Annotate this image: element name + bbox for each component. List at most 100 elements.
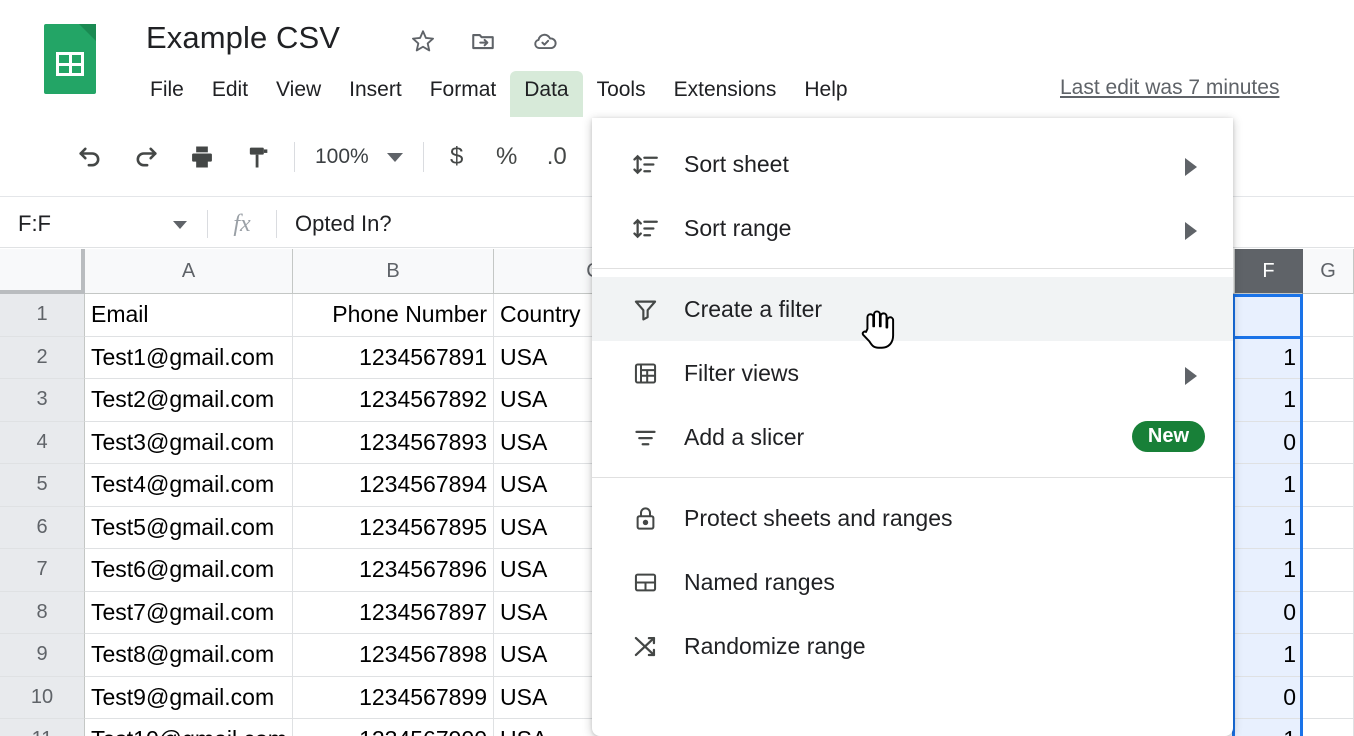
cell-B7[interactable]: 1234567896 [293,549,494,592]
menu-format[interactable]: Format [416,71,511,109]
menu-item-add-a-slicer[interactable]: Add a slicer New [592,405,1233,469]
cell-A3[interactable]: Test2@gmail.com [85,379,293,422]
cell-A10[interactable]: Test9@gmail.com [85,676,293,719]
menu-item-randomize-range[interactable]: Randomize range [592,614,1233,678]
cell-G8[interactable] [1303,591,1354,634]
cell-F2[interactable]: 1 [1235,336,1303,379]
last-edit-status[interactable]: Last edit was 7 minutes [1060,76,1279,100]
undo-button[interactable] [62,129,118,185]
cell-B1[interactable]: Phone Number [293,294,494,337]
column-header-f[interactable]: F [1235,249,1303,294]
cell-A2[interactable]: Test1@gmail.com [85,336,293,379]
row-header-2[interactable]: 2 [0,336,85,379]
row-header-11[interactable]: 11 [0,719,85,736]
menu-insert[interactable]: Insert [335,71,416,109]
formula-input[interactable]: Opted In? [277,211,392,237]
row-header-10[interactable]: 10 [0,676,85,719]
cell-G9[interactable] [1303,634,1354,677]
paint-format-button[interactable] [230,129,286,185]
cell-G6[interactable] [1303,506,1354,549]
row-header-6[interactable]: 6 [0,506,85,549]
filter-icon [632,296,684,323]
menu-data[interactable]: Data [510,70,583,118]
redo-button[interactable] [118,129,174,185]
sheets-logo-icon [44,24,102,94]
row-header-1[interactable]: 1 [0,294,85,337]
cell-F9[interactable]: 1 [1235,634,1303,677]
column-header-b[interactable]: B [293,249,494,294]
column-header-g[interactable]: G [1303,249,1354,294]
cell-G4[interactable] [1303,421,1354,464]
menu-tools[interactable]: Tools [583,71,660,109]
row-header-3[interactable]: 3 [0,379,85,422]
cell-F11[interactable]: 1 [1235,719,1303,736]
active-cell-f1[interactable] [1232,294,1303,339]
row-header-4[interactable]: 4 [0,421,85,464]
cell-A4[interactable]: Test3@gmail.com [85,421,293,464]
menu-file[interactable]: File [136,71,198,109]
cell-G2[interactable] [1303,336,1354,379]
cell-G11[interactable] [1303,719,1354,736]
row-header-5[interactable]: 5 [0,464,85,507]
cell-A5[interactable]: Test4@gmail.com [85,464,293,507]
select-all-corner[interactable] [0,249,85,294]
percent-format-button[interactable]: % [482,143,532,171]
row-header-8[interactable]: 8 [0,591,85,634]
cell-B4[interactable]: 1234567893 [293,421,494,464]
cell-A6[interactable]: Test5@gmail.com [85,506,293,549]
row-header-9[interactable]: 9 [0,634,85,677]
zoom-dropdown[interactable]: 100% [303,145,415,169]
menu-item-create-a-filter[interactable]: Create a filter [592,277,1233,341]
lock-icon [632,505,684,532]
decrease-decimal-button[interactable]: .0 [532,143,582,171]
cell-A8[interactable]: Test7@gmail.com [85,591,293,634]
cell-F4[interactable]: 0 [1235,421,1303,464]
menu-item-label: Create a filter [684,295,823,322]
menu-item-sort-sheet[interactable]: Sort sheet [592,132,1233,196]
cell-G10[interactable] [1303,676,1354,719]
cell-B9[interactable]: 1234567898 [293,634,494,677]
cell-F8[interactable]: 0 [1235,591,1303,634]
menu-extensions[interactable]: Extensions [660,71,791,109]
cell-A1[interactable]: Email [85,294,293,337]
menu-item-sort-range[interactable]: Sort range [592,196,1233,260]
data-dropdown-menu: Sort sheet Sort range Create a filter Filte… [592,118,1233,736]
menu-item-filter-views[interactable]: Filter views [592,341,1233,405]
cell-B8[interactable]: 1234567897 [293,591,494,634]
currency-format-button[interactable]: $ [432,143,482,171]
move-to-folder-icon[interactable] [466,24,500,58]
cell-F5[interactable]: 1 [1235,464,1303,507]
cell-B3[interactable]: 1234567892 [293,379,494,422]
cell-B11[interactable]: 1234567900 [293,719,494,736]
menu-item-protect-sheets-and-ranges[interactable]: Protect sheets and ranges [592,486,1233,550]
cell-G7[interactable] [1303,549,1354,592]
menu-help[interactable]: Help [790,71,861,109]
cell-A9[interactable]: Test8@gmail.com [85,634,293,677]
cell-B6[interactable]: 1234567895 [293,506,494,549]
cell-G5[interactable] [1303,464,1354,507]
cloud-saved-icon[interactable] [528,24,562,58]
cell-A7[interactable]: Test6@gmail.com [85,549,293,592]
document-title[interactable]: Example CSV [146,20,340,56]
cell-F3[interactable]: 1 [1235,379,1303,422]
star-icon[interactable] [406,24,440,58]
cell-G1[interactable] [1303,294,1354,337]
cell-B5[interactable]: 1234567894 [293,464,494,507]
menu-edit[interactable]: Edit [198,71,262,109]
cell-F7[interactable]: 1 [1235,549,1303,592]
cell-G3[interactable] [1303,379,1354,422]
column-header-a[interactable]: A [85,249,293,294]
print-button[interactable] [174,129,230,185]
menu-view[interactable]: View [262,71,335,109]
cell-F6[interactable]: 1 [1235,506,1303,549]
cell-B2[interactable]: 1234567891 [293,336,494,379]
menu-item-named-ranges[interactable]: Named ranges [592,550,1233,614]
cell-F10[interactable]: 0 [1235,676,1303,719]
row-header-7[interactable]: 7 [0,549,85,592]
fx-icon: fx [233,210,251,237]
cell-B10[interactable]: 1234567899 [293,676,494,719]
sort-icon [632,151,684,178]
title-bar: Example CSV File Edit View Insert Format… [0,0,1354,118]
cell-A11[interactable]: Test10@gmail.com [85,719,293,736]
name-box[interactable]: F:F [0,200,207,248]
